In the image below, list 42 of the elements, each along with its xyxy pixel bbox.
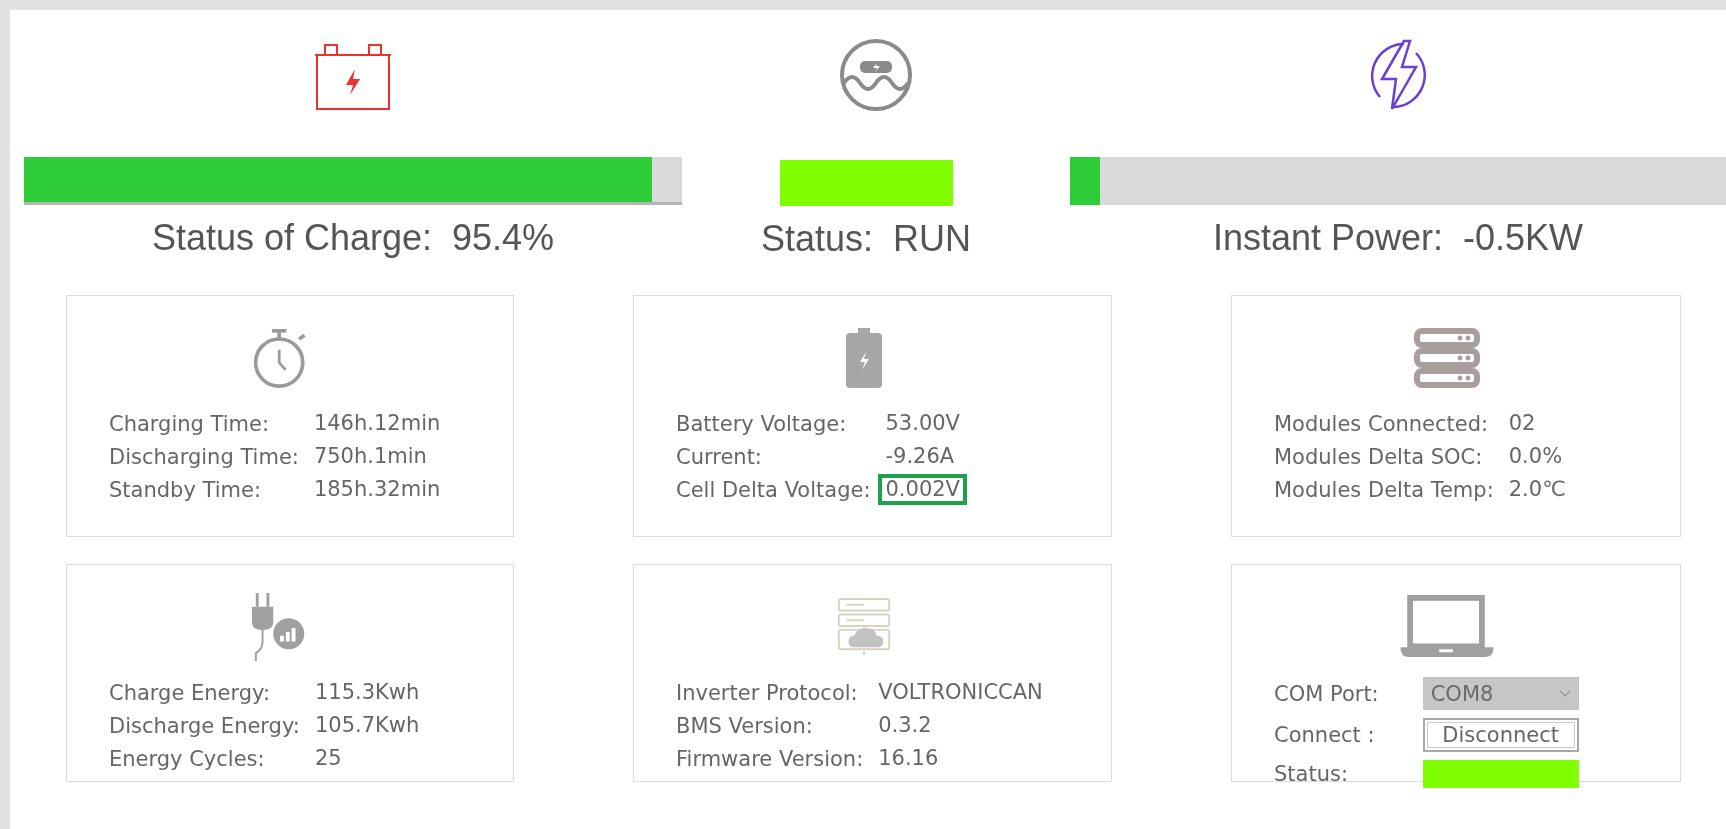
field-value: 25 [313, 745, 343, 772]
field-label: Energy Cycles: [109, 746, 266, 771]
field-label: Charging Time: [109, 411, 271, 436]
field-value: 02 [1507, 410, 1537, 437]
field-label: Modules Connected: [1274, 411, 1490, 436]
field-value: 53.00V [884, 410, 961, 437]
field-value: -9.26A [884, 443, 956, 470]
summary-label: Instant Power: -0.5KW [1212, 217, 1584, 259]
field-value: 105.7Kwh [313, 712, 421, 739]
field-label: BMS Version: [676, 713, 814, 738]
field-value: 0.002V [878, 474, 967, 505]
field-label: Status: [1274, 762, 1349, 786]
field-value: VOLTRONICCAN [877, 679, 1044, 706]
field-label: Connect : [1274, 723, 1376, 747]
disconnect-button[interactable]: Disconnect [1422, 718, 1579, 752]
field-value: 185h.32min [312, 476, 442, 503]
field-value: 0.0% [1507, 443, 1564, 470]
field-label: Charge Energy: [109, 680, 272, 705]
field-label: Cell Delta Voltage: [676, 477, 871, 502]
field-value: 146h.12min [312, 410, 442, 437]
field-value: 0.3.2 [877, 712, 933, 739]
field-label: Standby Time: [109, 477, 262, 502]
field-label: Modules Delta SOC: [1274, 444, 1484, 469]
field-label: Firmware Version: [676, 746, 864, 771]
field-value: 115.3Kwh [313, 679, 421, 706]
battery-icon [845, 328, 882, 388]
field-value: 750h.1min [312, 443, 428, 470]
summary-label: Status: RUN [760, 218, 972, 260]
field-label: Discharge Energy: [109, 713, 300, 738]
laptop-icon [1400, 595, 1494, 659]
chevron-down-icon [1558, 689, 1571, 698]
com-port-dropdown[interactable]: COM8 [1422, 677, 1579, 710]
field-label: Discharging Time: [109, 444, 299, 469]
field-label: Battery Voltage: [676, 411, 848, 436]
field-label: COM Port: [1274, 681, 1379, 706]
field-label: Modules Delta Temp: [1274, 477, 1494, 502]
field-label: Inverter Protocol: [676, 680, 859, 705]
summary-label: Status of Charge: 95.4% [151, 217, 555, 259]
field-label: Current: [676, 444, 763, 469]
server-rack-icon [1414, 328, 1480, 388]
field-value: 2.0℃ [1507, 476, 1567, 503]
field-value: 16.16 [877, 745, 940, 772]
